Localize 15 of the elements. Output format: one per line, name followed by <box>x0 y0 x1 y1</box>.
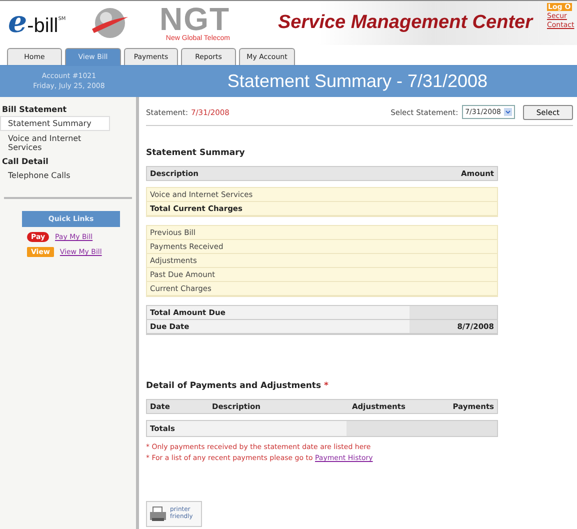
logo-e: e <box>8 8 28 38</box>
brand-name: NGT <box>159 4 230 35</box>
logo-text: -bill <box>27 15 58 38</box>
page-title: Statement Summary - 7/31/2008 <box>226 71 489 92</box>
printer-icon <box>149 506 167 522</box>
caret-icon <box>504 108 512 116</box>
globe-icon <box>90 5 130 41</box>
site-title: Service Management Center <box>278 12 532 34</box>
sidebar-item[interactable]: Voice and Internet Services <box>0 131 110 155</box>
sidebar-heading: Bill Statement <box>1 104 68 116</box>
sidebar-item[interactable]: Statement Summary <box>0 116 110 131</box>
sidebar-item[interactable]: Telephone Calls <box>0 168 110 183</box>
section-heading: Statement Summary <box>146 148 246 158</box>
section-heading: Detail of Payments and Adjustments * <box>146 381 330 391</box>
sidebar-heading: Call Detail <box>1 156 50 168</box>
